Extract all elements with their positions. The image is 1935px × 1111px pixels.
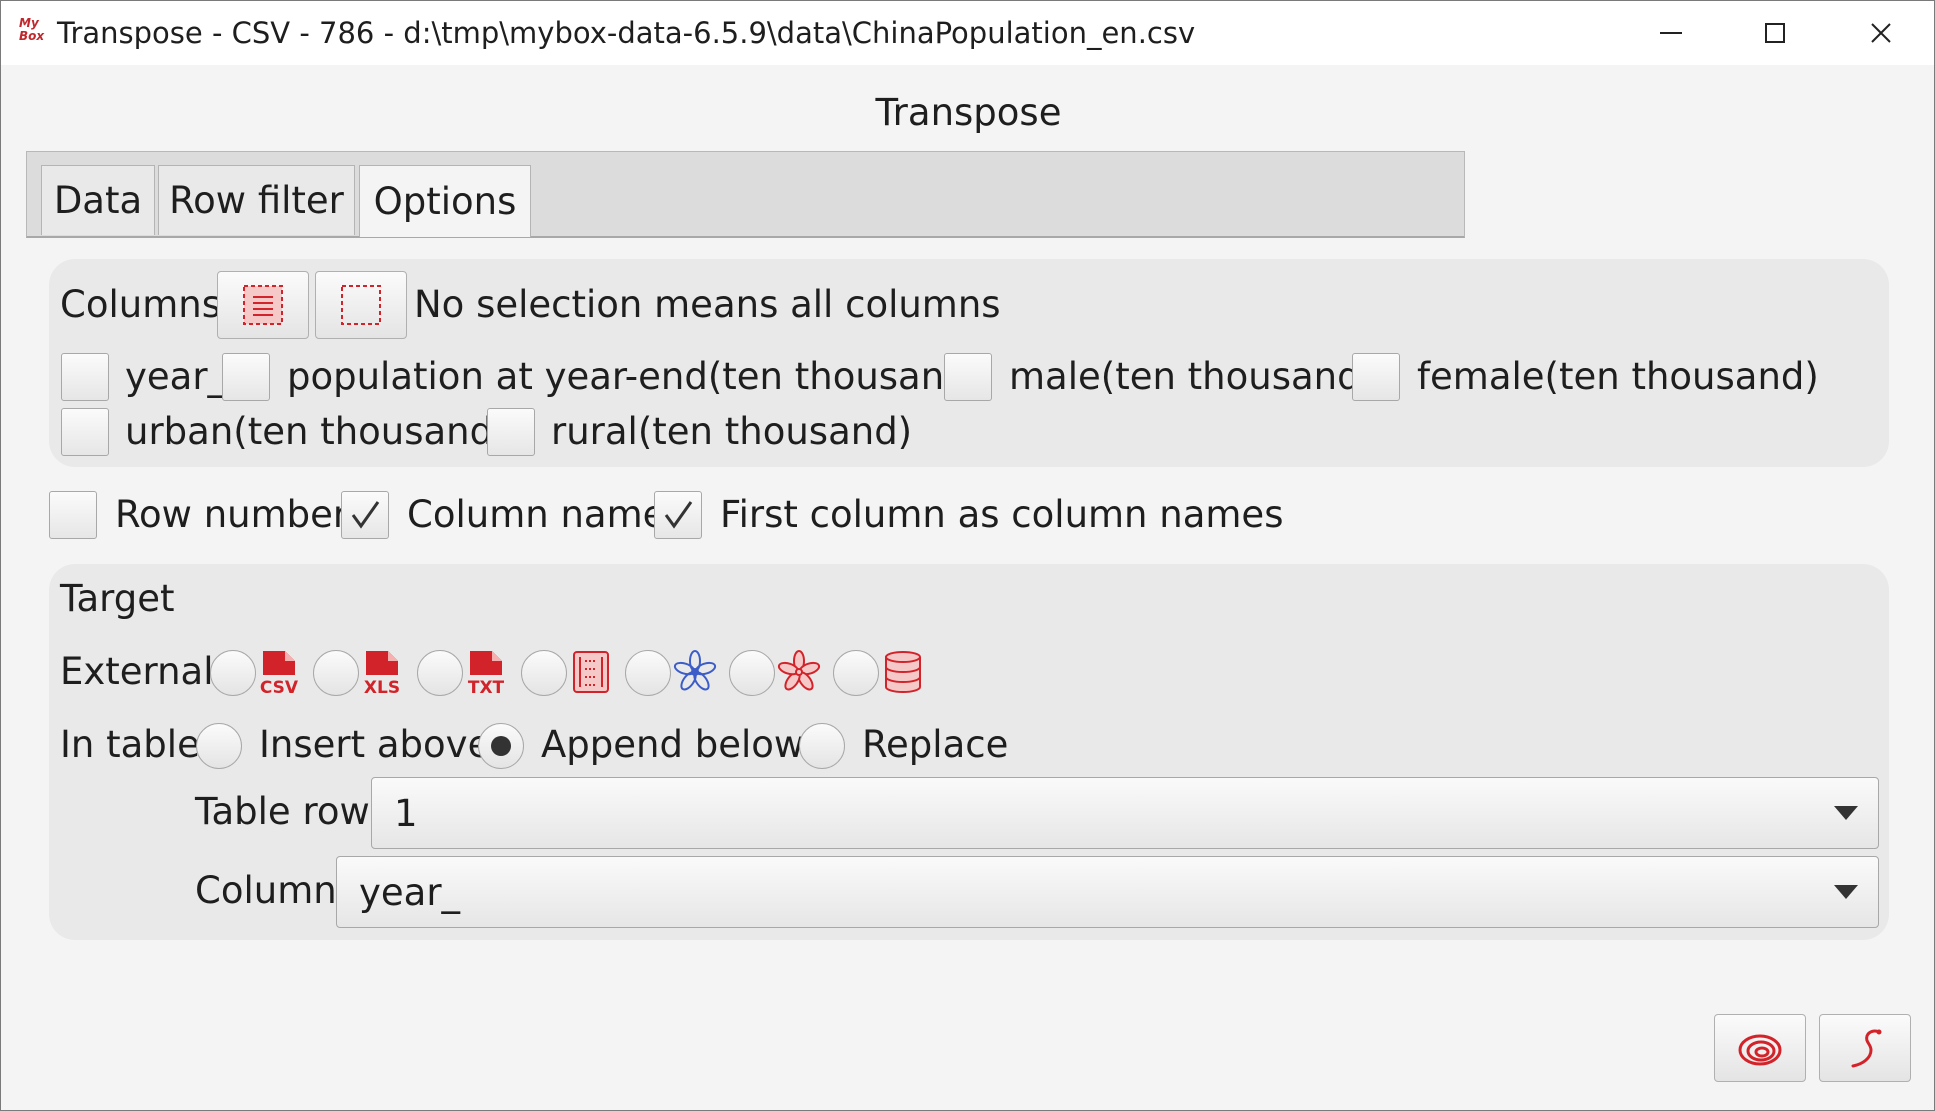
system-clipboard-icon: [673, 650, 717, 691]
target-title: Target: [60, 577, 175, 620]
insert-above-radio[interactable]: [196, 723, 242, 769]
column-checkbox-male[interactable]: [944, 353, 992, 401]
external-clipboard-radio[interactable]: [625, 650, 671, 696]
column-name-checkbox[interactable]: [341, 491, 389, 539]
column-checkbox-rural[interactable]: [487, 408, 535, 456]
external-csv-radio[interactable]: [210, 650, 256, 696]
tab-options[interactable]: Options: [359, 165, 531, 237]
svg-text:XLS: XLS: [364, 678, 400, 695]
checkmark-icon: [664, 501, 693, 529]
xls-file-icon: XLS: [364, 651, 400, 695]
external-txt-radio[interactable]: [417, 650, 463, 696]
window-title: Transpose - CSV - 786 - d:\tmp\mybox-dat…: [57, 16, 1196, 50]
start-button[interactable]: [1714, 1014, 1806, 1082]
database-table-icon: [885, 651, 921, 693]
snake-run-icon: [1851, 1029, 1882, 1068]
matrix-icon: [573, 651, 609, 693]
txt-file-icon: TXT: [468, 651, 505, 695]
columns-hint: No selection means all columns: [414, 283, 1001, 326]
row-number-checkbox[interactable]: [49, 491, 97, 539]
column-select-value: year_: [359, 871, 461, 914]
chevron-down-icon: [1834, 885, 1858, 899]
column-label-female: female(ten thousand): [1417, 355, 1819, 398]
external-label: External: [60, 650, 214, 693]
replace-label: Replace: [862, 723, 1009, 766]
svg-text:TXT: TXT: [468, 678, 505, 695]
column-select-label: Column: [195, 869, 337, 912]
first-column-names-checkbox[interactable]: [654, 491, 702, 539]
column-checkbox-urban[interactable]: [61, 408, 109, 456]
svg-text:CSV: CSV: [260, 678, 299, 695]
minimize-button[interactable]: [1623, 1, 1719, 65]
close-button[interactable]: [1833, 1, 1929, 65]
page-title: Transpose: [875, 91, 1062, 134]
columns-label: Columns: [60, 283, 221, 326]
minimize-icon: [1660, 32, 1682, 34]
main-window: My Box Transpose - CSV - 786 - d:\tmp\my…: [0, 0, 1935, 1111]
column-checkbox-female[interactable]: [1352, 353, 1400, 401]
replace-radio[interactable]: [799, 723, 845, 769]
append-below-radio[interactable]: [478, 723, 524, 769]
external-mybox-clipboard-radio[interactable]: [729, 650, 775, 696]
table-row-value: 1: [394, 792, 418, 835]
tab-row-filter[interactable]: Row filter: [158, 165, 355, 235]
column-label-rural: rural(ten thousand): [551, 410, 913, 453]
column-label-year: year_: [125, 355, 227, 398]
in-table-label: In table: [60, 723, 200, 766]
select-none-columns-button[interactable]: [315, 271, 407, 339]
external-matrix-radio[interactable]: [521, 650, 567, 696]
close-icon: [1871, 23, 1891, 43]
radio-selected-dot: [491, 736, 511, 756]
column-name-label: Column name: [407, 493, 666, 536]
maximize-button[interactable]: [1727, 1, 1823, 65]
select-all-columns-button[interactable]: [217, 271, 309, 339]
first-column-names-label: First column as column names: [720, 493, 1284, 536]
csv-file-icon: CSV: [260, 651, 299, 695]
column-checkbox-year[interactable]: [61, 353, 109, 401]
app-logo-icon: My Box: [19, 16, 45, 43]
column-label-male: male(ten thousand): [1009, 355, 1376, 398]
maximize-icon: [1765, 23, 1785, 43]
column-label-population: population at year-end(ten thousand): [287, 355, 983, 398]
external-database-radio[interactable]: [833, 650, 879, 696]
column-label-urban: urban(ten thousand): [125, 410, 508, 453]
insert-above-label: Insert above: [259, 723, 491, 766]
external-xls-radio[interactable]: [313, 650, 359, 696]
table-row-label: Table row: [195, 790, 370, 833]
table-row-select[interactable]: 1: [371, 777, 1879, 849]
chevron-down-icon: [1834, 806, 1858, 820]
swirl-start-icon: [1738, 1034, 1782, 1066]
column-checkbox-population[interactable]: [222, 353, 270, 401]
run-button[interactable]: [1819, 1014, 1911, 1082]
row-number-label: Row number: [115, 493, 349, 536]
select-all-icon: [243, 285, 283, 325]
title-bar[interactable]: My Box Transpose - CSV - 786 - d:\tmp\my…: [1, 1, 1934, 65]
select-none-icon: [341, 285, 381, 325]
append-below-label: Append below: [541, 723, 805, 766]
column-select[interactable]: year_: [336, 856, 1879, 928]
mybox-clipboard-icon: [777, 650, 821, 691]
checkmark-icon: [351, 501, 380, 529]
tab-data[interactable]: Data: [41, 165, 155, 235]
